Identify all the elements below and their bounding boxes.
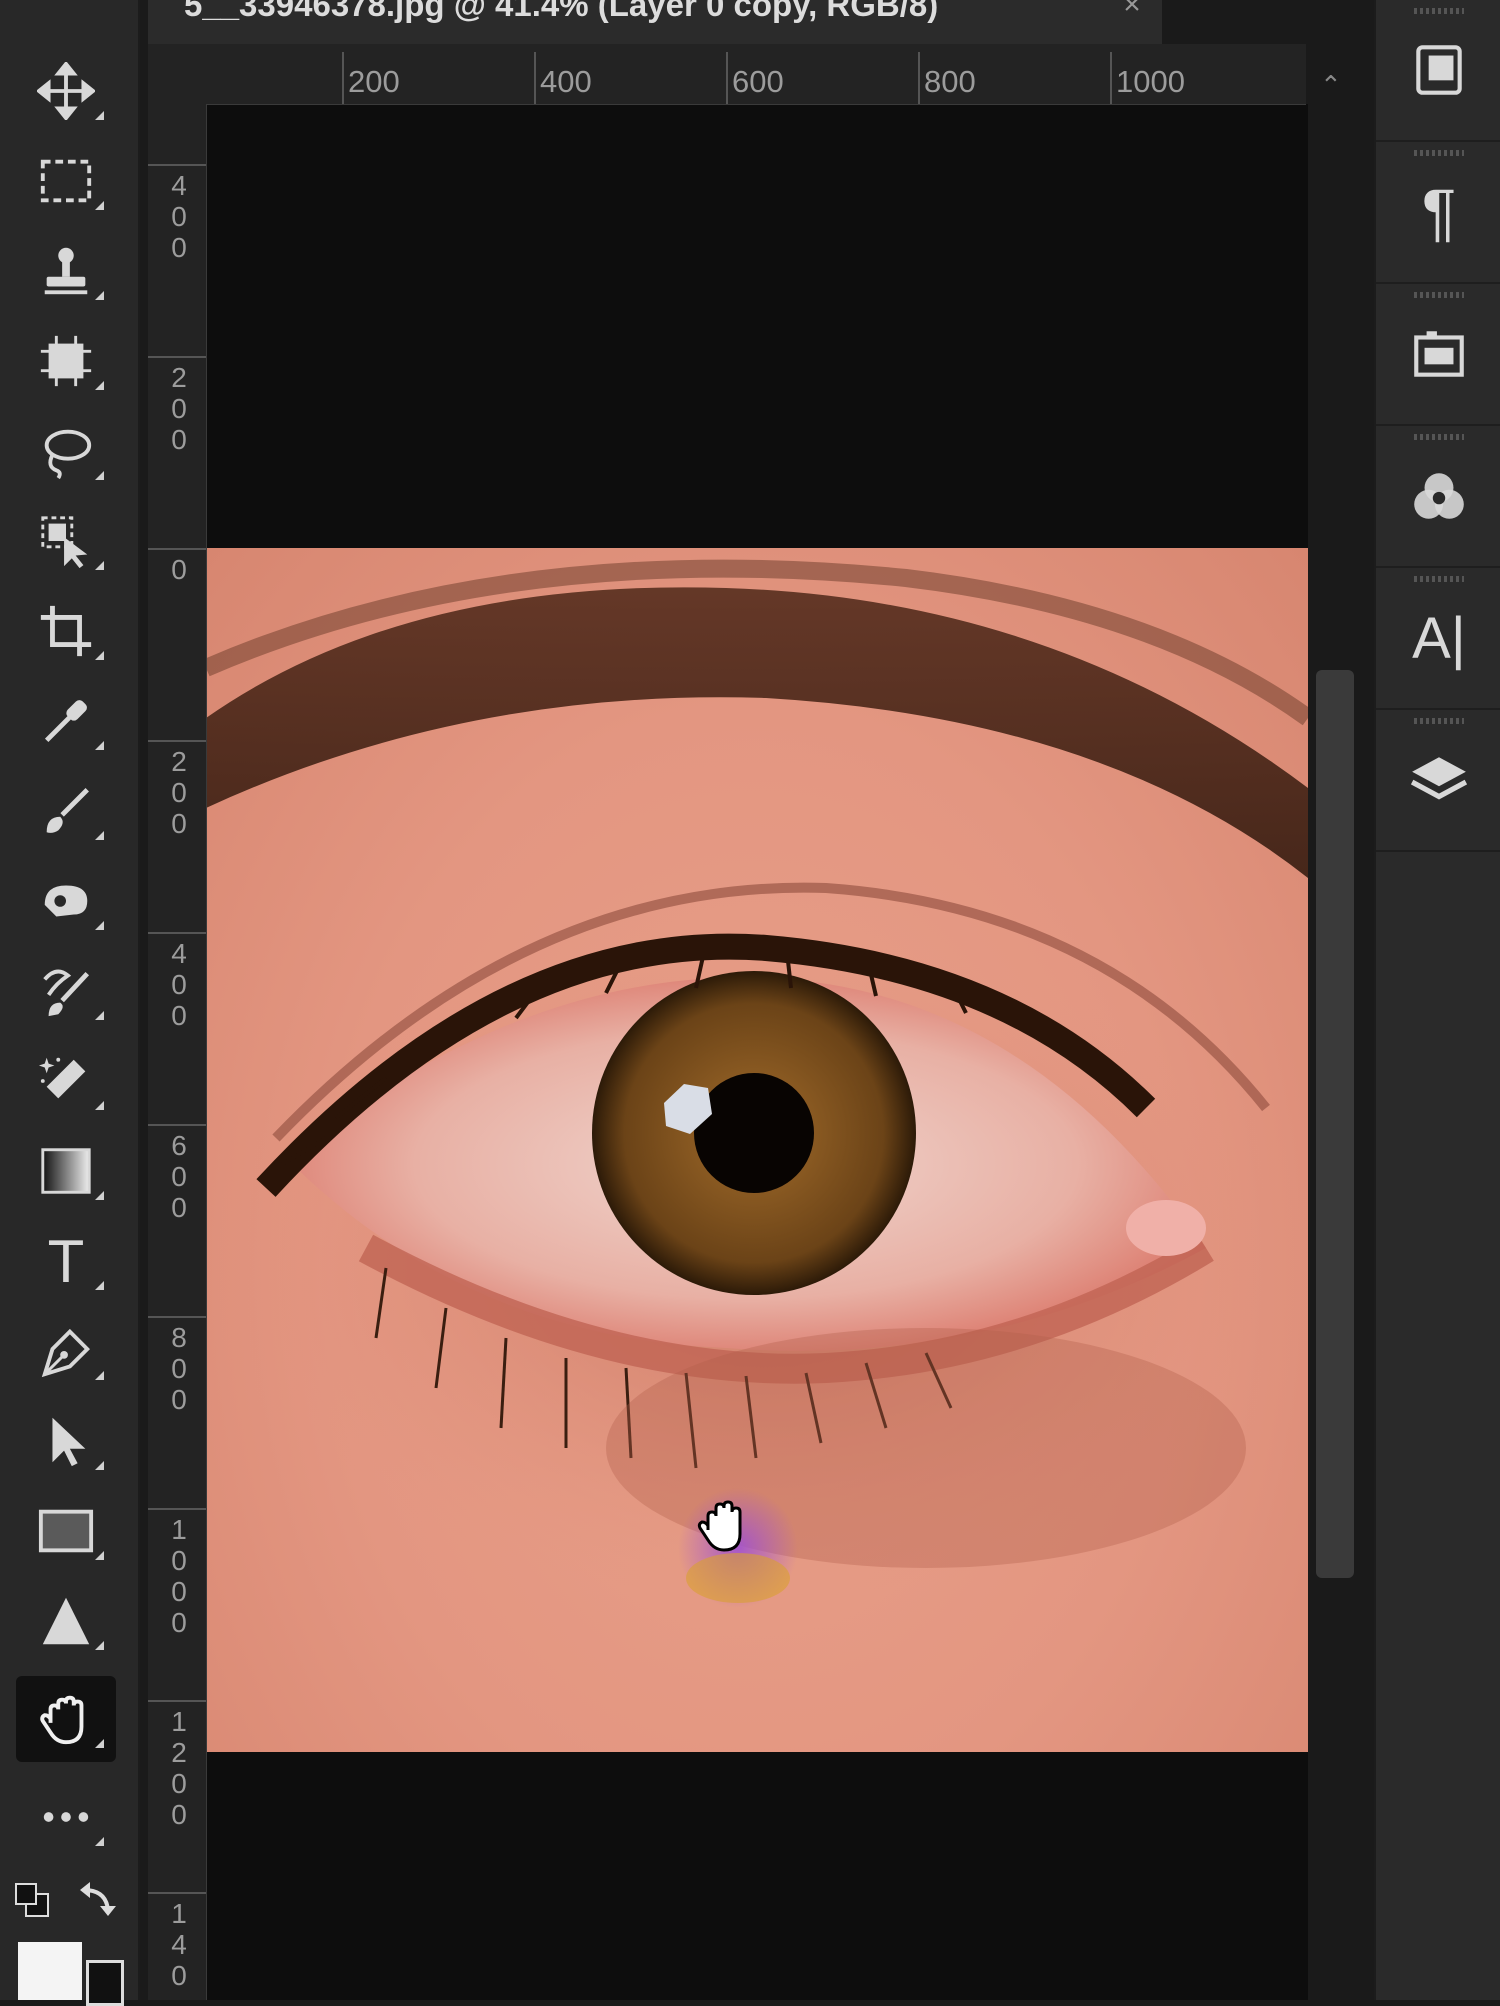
object-select-tool-icon [41,516,88,569]
close-tab-icon[interactable]: × [1102,0,1162,22]
path-select-tool[interactable] [16,1398,116,1484]
more-tools-button[interactable] [16,1774,116,1860]
move-tool-icon [37,62,95,120]
channels-panel-icon [1414,473,1464,519]
type-tool-icon: T [47,1227,85,1295]
marquee-tool[interactable] [16,138,116,224]
background-color-swatch[interactable] [86,1960,124,2006]
scroll-up-chevron-icon[interactable]: ⌃ [1320,70,1342,101]
ruler-v-label: 1200 [171,1706,187,1830]
document-tab-title: 5__33946378.jpg @ 41.4% (Layer 0 copy, R… [184,0,939,23]
panel-dock: ¶ A| [1374,0,1500,2000]
foreground-color-swatch[interactable] [18,1942,82,2000]
layers-panel-button[interactable] [1376,710,1500,852]
stamp-tool-icon [44,247,88,295]
eraser-tool[interactable] [16,1038,116,1124]
ruler-v-label: 200 [171,362,187,455]
ruler-h-label: 400 [540,64,592,99]
eye-photo [206,548,1308,1752]
rectangle-tool-icon [38,1509,94,1553]
lasso-tool[interactable] [16,408,116,494]
rectangle-tool[interactable] [16,1488,116,1574]
document-tab[interactable]: 5__33946378.jpg @ 41.4% (Layer 0 copy, R… [148,0,1162,44]
artboard-tool[interactable] [16,318,116,404]
vertical-ruler[interactable]: 400 200 0 200 400 600 800 1000 1200 140 [148,104,207,2000]
hand-cursor-icon [697,1500,742,1552]
character-panel-button[interactable]: A| [1376,568,1500,710]
briefcase-panel-button[interactable] [1376,284,1500,426]
object-select-tool[interactable] [16,498,116,584]
shape-tool[interactable] [16,1578,116,1664]
artboard-tool-icon [40,335,92,387]
ruler-v-label: 600 [171,1130,187,1223]
ruler-v-label: 1000 [171,1514,187,1638]
ruler-h-label: 600 [732,64,784,99]
layers-panel-icon [1410,757,1468,800]
default-colors-icon [15,1883,49,1917]
ruler-h-label: 200 [348,64,400,99]
tools-panel: T [0,0,140,2006]
ruler-v-label: 0 [171,554,187,585]
marquee-tool-icon [40,159,92,203]
brush-tool-icon [46,788,89,833]
briefcase-panel-icon [1414,331,1464,377]
lasso-tool-icon [44,429,92,480]
horizontal-ruler[interactable]: 200 400 600 800 1000 [148,44,1306,105]
mixer-brush-tool[interactable] [16,948,116,1034]
mixer-brush-tool-icon [43,969,90,1017]
hand-tool[interactable] [16,1676,116,1762]
healing-tool[interactable] [16,858,116,944]
library-panel-button[interactable] [1376,0,1500,142]
move-tool[interactable] [16,48,116,134]
channels-panel-button[interactable] [1376,426,1500,568]
more-tools-icon [43,1812,89,1822]
gradient-tool[interactable] [16,1128,116,1214]
ruler-h-label: 1000 [1116,64,1185,99]
crop-tool[interactable] [16,588,116,674]
stamp-tool[interactable] [16,228,116,314]
swap-colors-button[interactable] [76,1880,120,1920]
ruler-v-label: 400 [171,938,187,1031]
hand-tool-icon [40,1695,84,1745]
eyedropper-tool[interactable] [16,678,116,764]
eyedropper-tool-icon [44,700,87,743]
eye-image-illustration [206,559,1308,1608]
gradient-tool-icon [41,1148,91,1194]
ruler-h-label: 800 [924,64,976,99]
brush-tool[interactable] [16,768,116,854]
swap-arrow-icon [80,1882,116,1916]
pen-tool[interactable] [16,1308,116,1394]
shape-tool-icon [42,1597,90,1645]
healing-tool-icon [44,885,88,917]
vertical-scrollbar-thumb[interactable] [1316,670,1354,1578]
path-select-tool-icon [52,1417,86,1467]
paragraph-panel-icon: ¶ [1421,176,1457,248]
character-panel-icon: A| [1412,605,1466,671]
default-colors-button[interactable] [12,1880,52,1920]
eraser-tool-icon [38,1057,86,1099]
ruler-v-label: 200 [171,746,187,839]
ruler-v-label: 800 [171,1322,187,1415]
pen-tool-icon [41,1328,91,1378]
ruler-v-label: 140 [171,1898,187,1991]
library-panel-icon [1416,45,1462,95]
paragraph-panel-button[interactable]: ¶ [1376,142,1500,284]
type-tool[interactable]: T [16,1218,116,1304]
ruler-v-label: 400 [171,170,187,263]
crop-tool-icon [40,605,92,657]
